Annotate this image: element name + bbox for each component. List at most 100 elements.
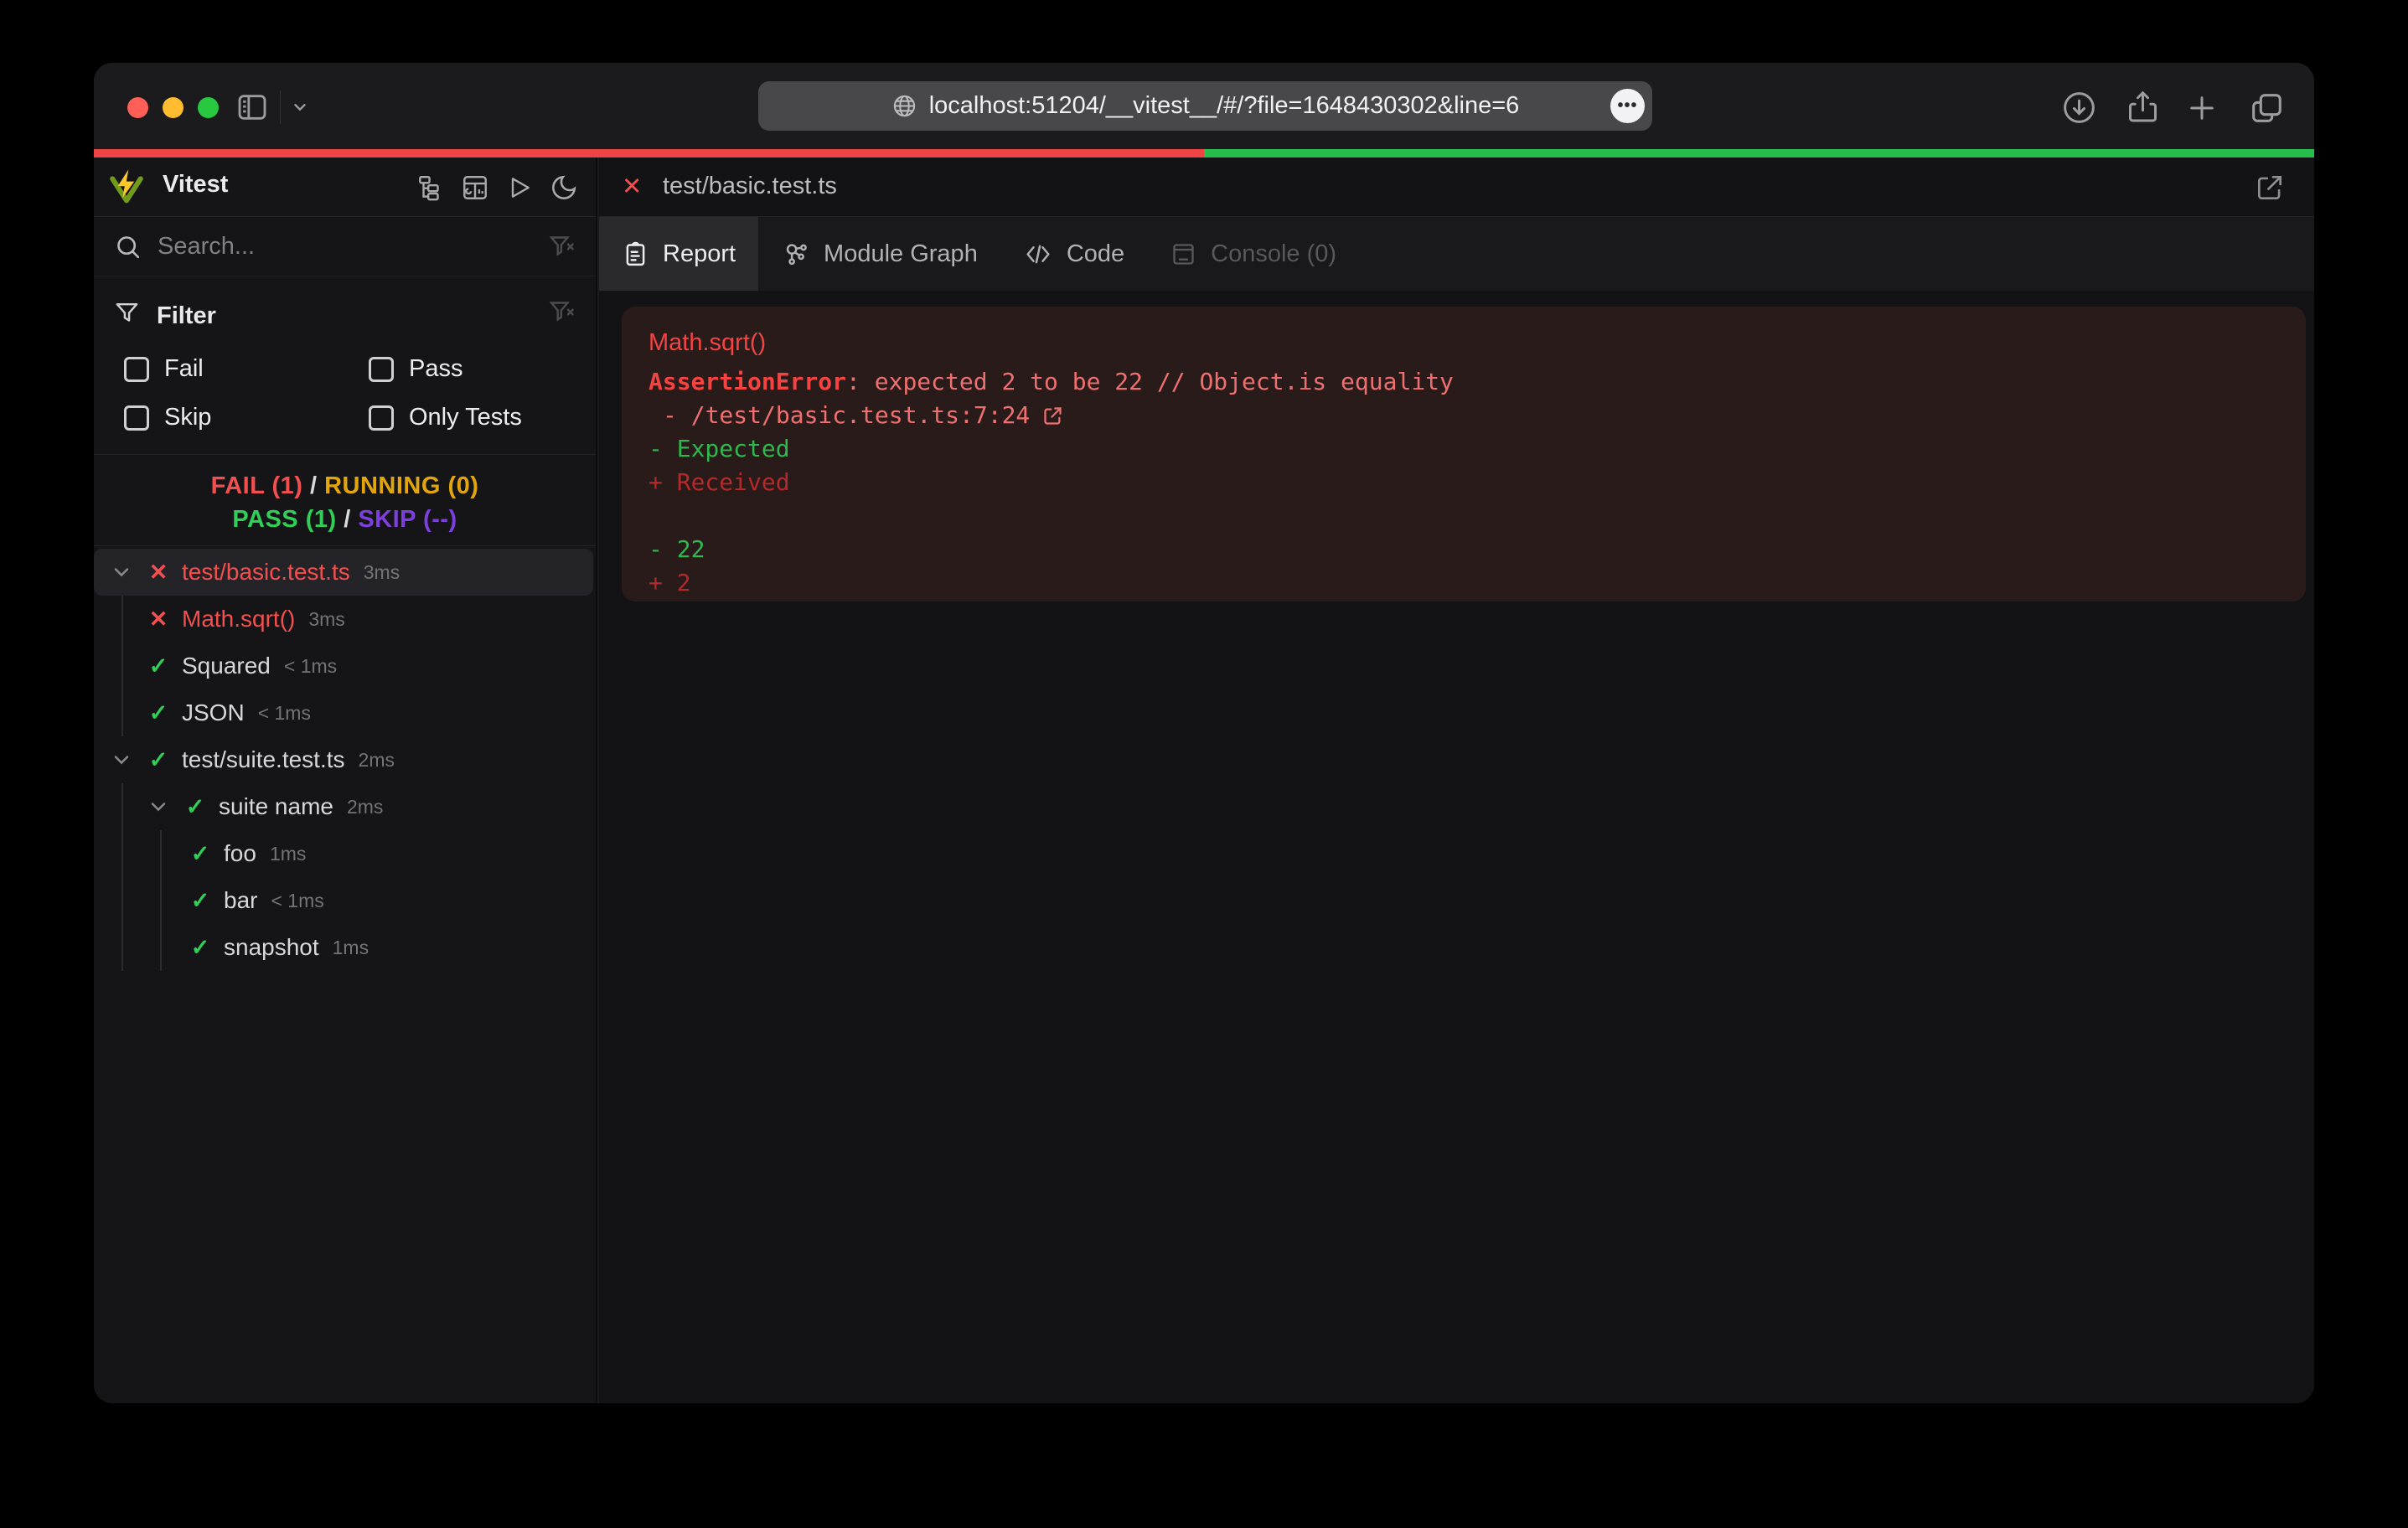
tab-code[interactable]: Code	[1000, 217, 1147, 291]
checkbox-fail[interactable]	[124, 357, 149, 382]
filter-option-pass[interactable]: Pass	[369, 355, 522, 383]
progress-pass-segment	[1204, 149, 2314, 157]
chevron-down-icon[interactable]	[103, 560, 140, 584]
indent-guide	[121, 924, 123, 971]
indent-guide	[160, 924, 162, 971]
report-content: Math.sqrt() AssertionError: expected 2 t…	[599, 292, 2314, 1403]
skip-count: SKIP (--)	[358, 506, 457, 533]
test-tree-row[interactable]: ✕ Math.sqrt() 3ms	[94, 596, 593, 643]
share-button[interactable]	[2124, 87, 2162, 127]
indent-guide	[121, 830, 123, 877]
test-duration: < 1ms	[284, 655, 337, 678]
checkbox-skip[interactable]	[124, 405, 149, 431]
test-name: Math.sqrt()	[182, 606, 295, 632]
browser-window: localhost:51204/__vitest__/#/?file=16484…	[94, 63, 2314, 1403]
zoom-window-button[interactable]	[198, 97, 219, 118]
test-status-icon: ✕	[140, 560, 177, 586]
test-name: bar	[224, 887, 257, 914]
test-duration: 2ms	[347, 796, 383, 818]
filter-icon	[114, 300, 140, 333]
indent-guide	[160, 830, 162, 877]
test-tree-row[interactable]: ✓ JSON < 1ms	[94, 689, 593, 736]
run-all-icon[interactable]	[504, 173, 535, 203]
close-window-button[interactable]	[127, 97, 148, 118]
test-status-icon: ✓	[140, 700, 177, 726]
test-tree-row[interactable]: ✓ snapshot 1ms	[94, 924, 593, 971]
test-status-icon: ✓	[177, 794, 214, 820]
assertion-error-line: AssertionError: expected 2 to be 22 // O…	[649, 365, 2279, 399]
test-name: Squared	[182, 653, 271, 679]
panel-header: ✕ test/basic.test.ts	[599, 157, 2314, 217]
address-bar[interactable]: localhost:51204/__vitest__/#/?file=16484…	[758, 81, 1652, 131]
diff-line: - Expected	[649, 432, 2279, 466]
test-tree-row[interactable]: ✕ test/basic.test.ts 3ms	[94, 549, 593, 596]
panel-tabs: Report Module Graph Code Console (0)	[599, 217, 2314, 291]
tab-report[interactable]: Report	[599, 217, 758, 291]
toolbar-divider	[280, 90, 281, 124]
chevron-down-icon[interactable]	[140, 795, 177, 818]
chevron-down-icon[interactable]	[103, 748, 140, 772]
filter-label: Filter	[157, 302, 216, 330]
test-name: suite name	[219, 793, 333, 820]
downloads-button[interactable]	[2060, 89, 2098, 126]
test-tree-row[interactable]: ✓ foo 1ms	[94, 830, 593, 877]
test-tree-row[interactable]: ✓ bar < 1ms	[94, 877, 593, 924]
external-link-icon	[1041, 405, 1064, 427]
filter-option-only-tests[interactable]: Only Tests	[369, 404, 522, 431]
test-status-icon: ✓	[182, 888, 219, 914]
indent-guide	[121, 643, 123, 689]
failed-test-name: Math.sqrt()	[649, 328, 2279, 358]
diff-line	[649, 499, 2279, 533]
filter-section: Filter Fail Pass Skip	[94, 276, 596, 455]
test-status-icon: ✓	[182, 935, 219, 961]
test-tree-row[interactable]: ✓ Squared < 1ms	[94, 643, 593, 689]
tab-overview-button[interactable]	[2247, 89, 2286, 127]
test-duration: 1ms	[333, 937, 369, 959]
tab-group-chevron-icon[interactable]	[289, 98, 311, 116]
clear-search-filter-icon[interactable]	[548, 233, 576, 265]
diff-line: + Received	[649, 466, 2279, 499]
dashboard-icon[interactable]	[460, 173, 490, 203]
indent-guide	[121, 783, 123, 830]
clear-filter-icon[interactable]	[548, 298, 576, 330]
progress-fail-segment	[94, 149, 1204, 157]
filter-option-fail[interactable]: Fail	[124, 355, 369, 383]
page-menu-button[interactable]: •••	[1610, 89, 1645, 123]
pass-count: PASS (1)	[232, 506, 336, 533]
dark-mode-icon[interactable]	[549, 173, 579, 203]
search-row	[94, 217, 596, 276]
globe-icon	[891, 93, 917, 119]
test-duration: 3ms	[308, 608, 344, 631]
filter-option-skip[interactable]: Skip	[124, 404, 369, 431]
tab-module-graph[interactable]: Module Graph	[758, 217, 1000, 291]
open-in-editor-icon[interactable]	[2254, 172, 2286, 208]
running-count: RUNNING (0)	[324, 472, 478, 499]
search-icon	[114, 233, 142, 265]
new-tab-button[interactable]	[2184, 90, 2219, 126]
test-name: foo	[224, 840, 256, 867]
search-input[interactable]	[156, 217, 524, 276]
test-tree-row[interactable]: ✓ suite name 2ms	[94, 783, 593, 830]
test-tree-row[interactable]: ✓ test/suite.test.ts 2ms	[94, 736, 593, 783]
test-duration: 1ms	[270, 843, 306, 865]
test-duration: < 1ms	[271, 890, 323, 912]
tab-console[interactable]: Console (0)	[1147, 217, 1359, 291]
indent-guide	[160, 877, 162, 924]
test-progress-bar	[94, 149, 2314, 157]
test-duration: 3ms	[364, 561, 400, 584]
diff-block: - Expected + Received - 22 + 2	[649, 432, 2279, 600]
test-status-icon: ✓	[140, 747, 177, 773]
fail-count: FAIL (1)	[211, 472, 303, 499]
collapse-tests-icon[interactable]	[416, 173, 446, 203]
sidebar-toggle-icon[interactable]	[235, 90, 270, 124]
stack-location-link[interactable]: - /test/basic.test.ts:7:24	[649, 399, 2279, 432]
test-name: test/basic.test.ts	[182, 559, 350, 586]
checkbox-only-tests[interactable]	[369, 405, 394, 431]
app-title: Vitest	[163, 171, 228, 199]
checkbox-pass[interactable]	[369, 357, 394, 382]
open-file-name: test/basic.test.ts	[663, 173, 837, 200]
indent-guide	[121, 877, 123, 924]
minimize-window-button[interactable]	[163, 97, 183, 118]
close-file-icon[interactable]: ✕	[622, 172, 642, 202]
url-text: localhost:51204/__vitest__/#/?file=16484…	[929, 92, 1520, 120]
